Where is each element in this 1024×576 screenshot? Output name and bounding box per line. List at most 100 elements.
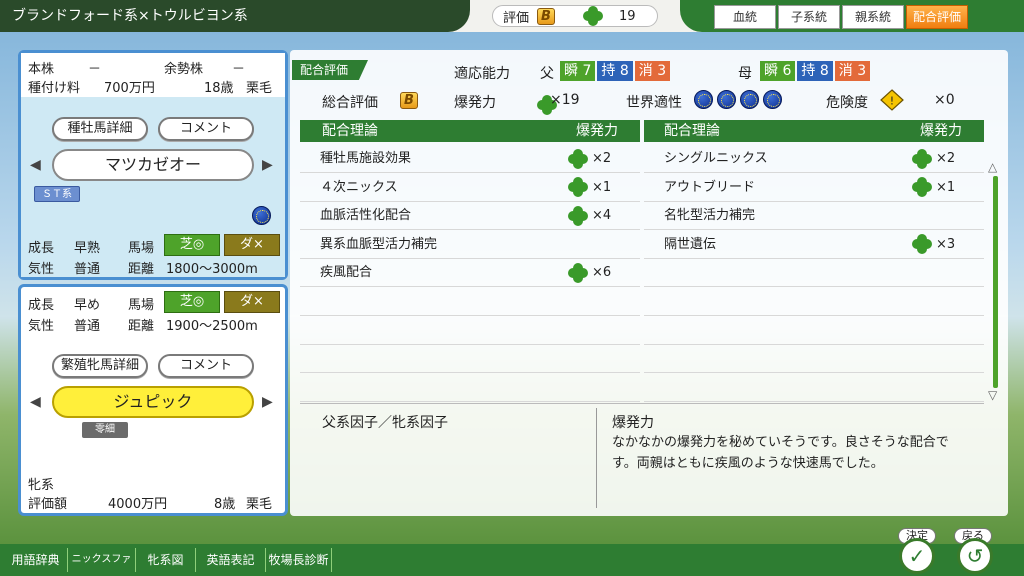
table-row: 隔世遺伝 ×3	[644, 231, 984, 259]
father-label: 父	[540, 66, 554, 82]
table-row: ４次ニックス ×1	[300, 174, 640, 202]
sire-distance-label: 距離	[128, 262, 155, 277]
mother-ability-stats: 瞬 6 持 8 消 3	[760, 61, 871, 81]
evaluation-summary: 評価 B 19	[492, 5, 658, 27]
burst-value: ×19	[550, 92, 580, 108]
dam-growth-label: 成長	[28, 298, 55, 313]
page-title: ブランドフォード系×トウルビヨン系	[0, 0, 470, 32]
table-row: アウトブリード ×1	[644, 174, 984, 202]
world-aptitude-globes	[694, 90, 782, 109]
sire-prev-arrow-icon[interactable]: ◀	[30, 157, 41, 173]
tab-mating-evaluation[interactable]: 配合評価	[906, 5, 968, 29]
ranch-manager-diagnosis-button[interactable]: 牧場長診断	[266, 548, 332, 572]
father-stat-instant: 瞬 7	[560, 61, 596, 81]
clover-icon	[912, 177, 932, 198]
scroll-down-icon[interactable]: ▽	[988, 388, 997, 402]
clover-icon	[568, 262, 588, 283]
mother-stat-instant: 瞬 6	[760, 61, 796, 81]
globe-icon	[694, 90, 713, 109]
table-row	[644, 317, 984, 345]
dam-detail-button[interactable]: 繁殖牝馬詳細	[52, 354, 148, 378]
table-header-right: 配合理論 爆発力	[644, 120, 984, 142]
table-row	[300, 288, 640, 316]
table-row: 異系血脈型活力補完	[300, 231, 640, 259]
sire-temper-label: 気性	[28, 262, 55, 277]
sire-fee-value: 700万円	[104, 81, 155, 96]
dam-temper-value: 普通	[74, 319, 101, 334]
ability-label: 適応能力	[454, 66, 510, 82]
theory-name: 隔世遺伝	[664, 236, 717, 252]
sire-age: 18歳	[204, 81, 234, 96]
tab-pedigree[interactable]: 血統	[714, 5, 776, 29]
scrollbar-thumb[interactable]	[993, 176, 998, 388]
burst-multiplier: ×1	[912, 174, 955, 201]
dam-temper-label: 気性	[28, 319, 55, 334]
english-notation-button[interactable]: 英語表記	[196, 548, 266, 572]
theory-name: アウトブリード	[664, 179, 756, 195]
father-ability-stats: 瞬 7 持 8 消 3	[560, 61, 671, 81]
glossary-button[interactable]: 用語辞典	[4, 548, 68, 572]
nicks-file-button[interactable]: ニックスファイル	[68, 548, 136, 572]
female-line-chart-button[interactable]: 牝系図	[136, 548, 196, 572]
sire-honkabu-value: －	[88, 62, 102, 77]
divider	[300, 403, 984, 404]
world-globe-icon	[252, 206, 271, 225]
mother-stat-consume: 消 3	[834, 61, 871, 81]
theory-name: 名牝型活力補完	[664, 208, 756, 224]
sire-temper-value: 普通	[74, 262, 101, 277]
theory-name: 異系血脈型活力補完	[320, 236, 438, 252]
sire-name-button[interactable]: マツカゼオー	[52, 149, 254, 181]
table-row	[644, 345, 984, 374]
burst-multiplier: ×1	[568, 174, 611, 201]
theory-name: 種牡馬施設効果	[320, 151, 412, 166]
burst-multiplier: ×4	[568, 202, 611, 229]
tab-parent-lineage[interactable]: 親系統	[842, 5, 904, 29]
dam-coat: 栗毛	[246, 497, 273, 512]
ok-check-button[interactable]: ✓	[899, 538, 935, 574]
tab-sub-lineage[interactable]: 子系統	[778, 5, 840, 29]
table-row	[644, 374, 984, 402]
dam-line-label: 牝系	[28, 478, 55, 493]
world-aptitude-label: 世界適性	[626, 95, 682, 111]
globe-icon	[740, 90, 759, 109]
grade-badge: B	[537, 7, 555, 25]
dam-track-label: 馬場	[128, 298, 155, 313]
description-text: なかなかの爆発力を秘めていそうです。良さそうな配合です。両親はともに疾風のような…	[612, 435, 949, 471]
table-row: 名牝型活力補完	[644, 202, 984, 231]
burst-multiplier: ×2	[568, 145, 611, 172]
dam-age: 8歳	[214, 497, 236, 512]
divider	[596, 408, 597, 508]
back-button[interactable]: ↺	[957, 538, 993, 574]
burst-label: 爆発力	[454, 95, 496, 111]
svg-text:!: !	[890, 95, 894, 108]
danger-value: ×0	[934, 92, 955, 108]
father-stat-stamina: 持 8	[597, 61, 633, 81]
burst-multiplier: ×6	[568, 259, 611, 286]
dam-name-button[interactable]: ジュピック	[52, 386, 254, 418]
table-header-left: 配合理論 爆発力	[300, 120, 640, 142]
sire-distance-value: 1800〜3000m	[166, 262, 258, 277]
mother-stat-stamina: 持 8	[797, 61, 833, 81]
sire-growth-label: 成長	[28, 241, 55, 256]
sire-track-label: 馬場	[128, 241, 155, 256]
sire-detail-button[interactable]: 種牡馬詳細	[52, 117, 148, 141]
st-lineage-tag: ＳＴ系	[34, 186, 80, 202]
clover-icon	[912, 234, 932, 255]
table-row	[644, 288, 984, 316]
dam-comment-button[interactable]: コメント	[158, 354, 254, 378]
scroll-up-icon[interactable]: △	[988, 160, 997, 174]
table-row: シングルニックス ×2	[644, 145, 984, 173]
description-title: 爆発力	[612, 415, 654, 431]
clover-icon	[568, 148, 588, 169]
dam-price-value: 4000万円	[108, 497, 168, 512]
sire-next-arrow-icon[interactable]: ▶	[262, 157, 273, 173]
clover-icon	[582, 6, 603, 26]
dam-growth-value: 早め	[74, 298, 101, 313]
sire-comment-button[interactable]: コメント	[158, 117, 254, 141]
sire-coat: 栗毛	[246, 81, 273, 96]
sire-turf-tag: 芝◎	[164, 234, 220, 256]
dam-distance-label: 距離	[128, 319, 155, 334]
dam-prev-arrow-icon[interactable]: ◀	[30, 394, 41, 410]
dam-next-arrow-icon[interactable]: ▶	[262, 394, 273, 410]
father-stat-consume: 消 3	[634, 61, 671, 81]
